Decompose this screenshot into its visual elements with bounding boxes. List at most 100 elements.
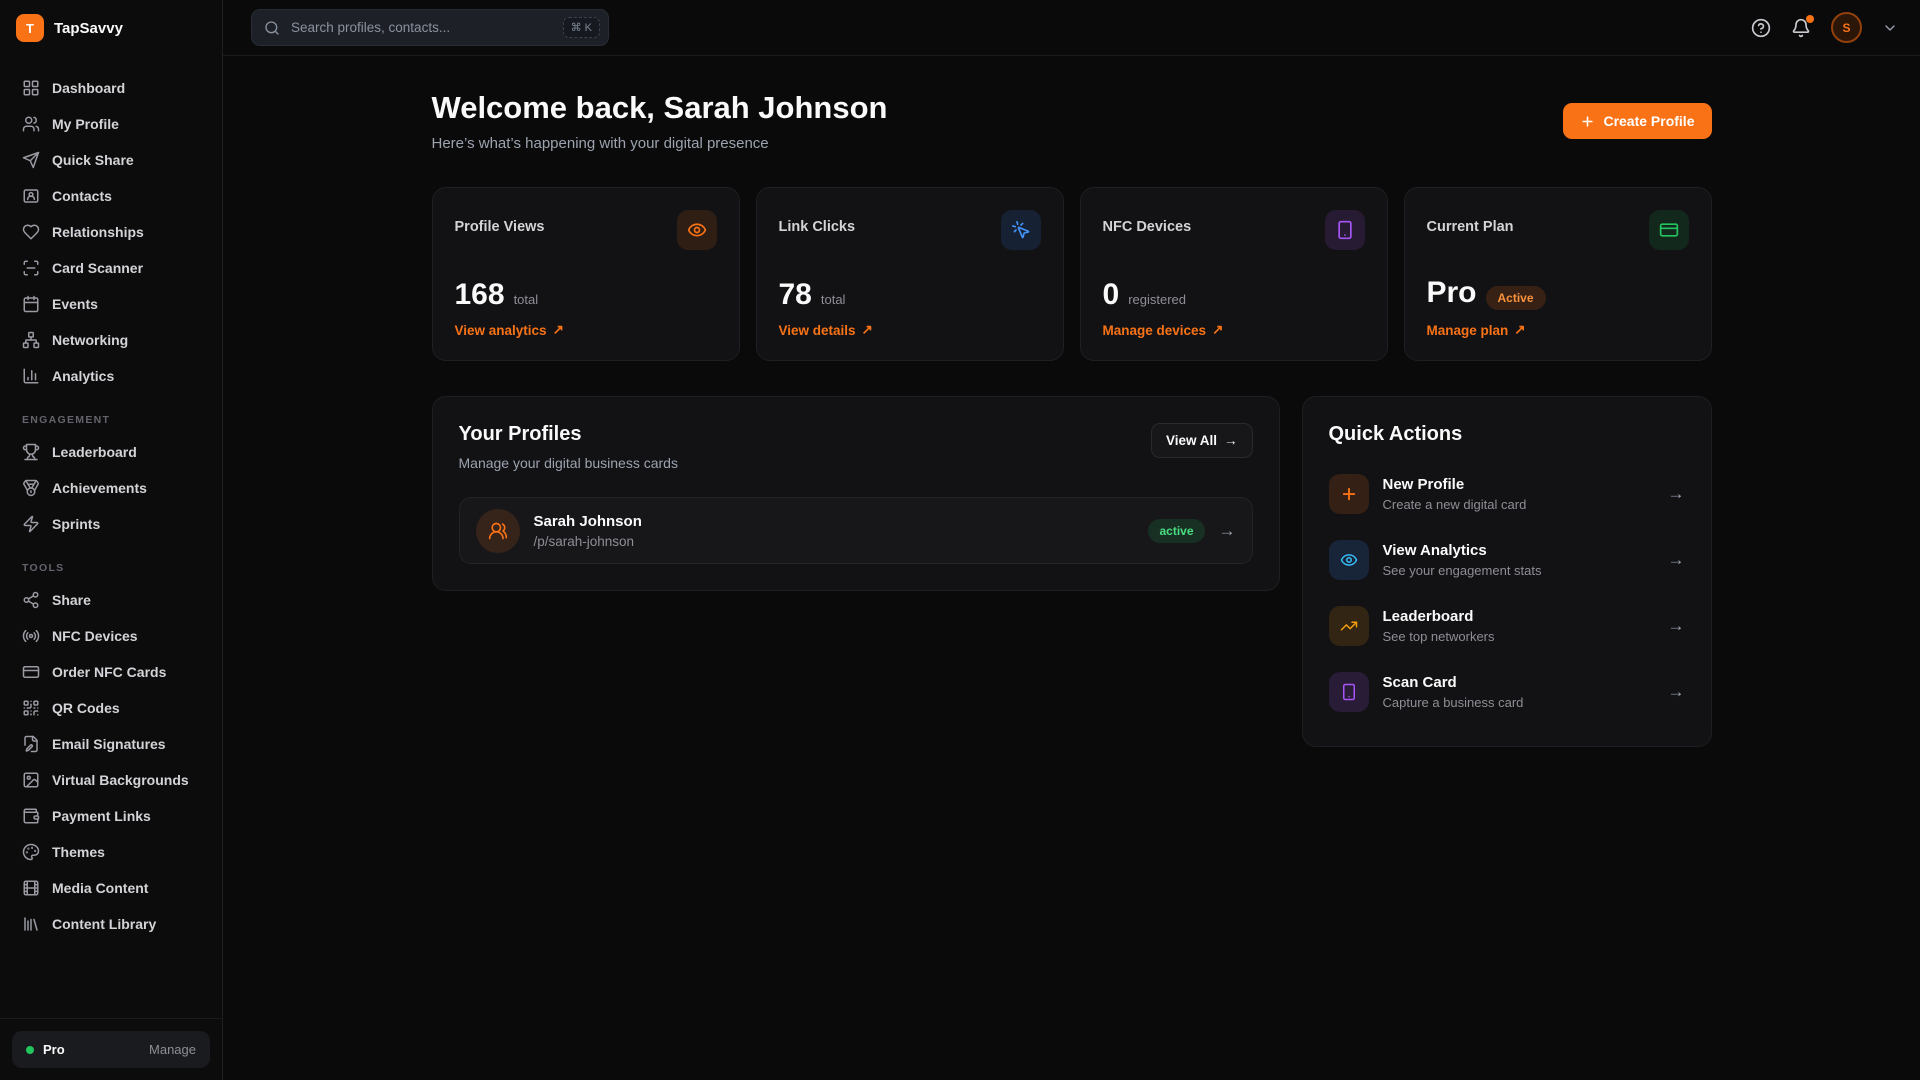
plan-name: Pro: [43, 1042, 65, 1057]
arrow-right-icon[interactable]: →: [1219, 521, 1236, 541]
bottom-panels: Your Profiles Manage your digital busine…: [432, 396, 1712, 747]
sidebar-item-order-nfc-cards[interactable]: Order NFC Cards: [12, 654, 210, 690]
sidebar-item-label: Content Library: [52, 916, 156, 932]
library-icon: [22, 915, 40, 933]
quick-action-scan-card[interactable]: Scan Card Capture a business card →: [1329, 672, 1685, 712]
stat-card-link-clicks: Link Clicks 78 total View details ↗: [756, 187, 1064, 361]
sidebar-item-payment-links[interactable]: Payment Links: [12, 798, 210, 834]
view-details-link[interactable]: View details ↗: [779, 322, 1041, 338]
sidebar-item-quick-share[interactable]: Quick Share: [12, 142, 210, 178]
create-profile-button[interactable]: Create Profile: [1563, 103, 1711, 139]
chevron-down-icon[interactable]: [1882, 20, 1898, 36]
credit-card-icon: [22, 663, 40, 681]
sidebar-item-dashboard[interactable]: Dashboard: [12, 70, 210, 106]
wallet-icon: [22, 807, 40, 825]
credit-card-icon: [1649, 210, 1689, 250]
sidebar-item-networking[interactable]: Networking: [12, 322, 210, 358]
sidebar-item-label: Media Content: [52, 880, 148, 896]
palette-icon: [22, 843, 40, 861]
sidebar-item-sprints[interactable]: Sprints: [12, 506, 210, 542]
image-icon: [22, 771, 40, 789]
smartphone-icon: [1325, 210, 1365, 250]
dashboard-content: Welcome back, Sarah Johnson Here’s what’…: [432, 56, 1712, 747]
manage-plan-link[interactable]: Manage: [149, 1042, 196, 1057]
sidebar-item-label: Quick Share: [52, 152, 134, 168]
stat-label: Profile Views: [455, 210, 545, 235]
file-pen-icon: [22, 735, 40, 753]
zap-icon: [22, 515, 40, 533]
sidebar-item-content-library[interactable]: Content Library: [12, 906, 210, 942]
sidebar-item-label: Themes: [52, 844, 105, 860]
sidebar-item-label: NFC Devices: [52, 628, 138, 644]
quick-action-subtitle: Capture a business card: [1383, 695, 1524, 710]
mouse-pointer-click-icon: [1001, 210, 1041, 250]
sidebar-item-virtual-backgrounds[interactable]: Virtual Backgrounds: [12, 762, 210, 798]
sidebar-item-label: Contacts: [52, 188, 112, 204]
eye-icon: [677, 210, 717, 250]
sidebar-item-my-profile[interactable]: My Profile: [12, 106, 210, 142]
brand-name: TapSavvy: [54, 20, 123, 37]
users-round-icon: [488, 521, 508, 541]
external-arrow-icon: ↗: [553, 322, 564, 338]
stat-card-profile-views: Profile Views 168 total View analytics ↗: [432, 187, 740, 361]
sidebar-nav: Dashboard My Profile Quick Share Contact…: [0, 56, 222, 1018]
sidebar-item-share[interactable]: Share: [12, 582, 210, 618]
manage-plan-link[interactable]: Manage plan ↗: [1427, 322, 1689, 338]
profile-list-item[interactable]: Sarah Johnson /p/sarah-johnson active →: [459, 497, 1253, 564]
sidebar-item-label: Virtual Backgrounds: [52, 772, 189, 788]
eye-icon: [1329, 540, 1369, 580]
quick-action-new-profile[interactable]: New Profile Create a new digital card →: [1329, 474, 1685, 514]
quick-action-view-analytics[interactable]: View Analytics See your engagement stats…: [1329, 540, 1685, 580]
sidebar: T TapSavvy Dashboard My Profile Quick Sh…: [0, 0, 223, 1080]
panel-title: Quick Actions: [1329, 423, 1685, 446]
sidebar-item-card-scanner[interactable]: Card Scanner: [12, 250, 210, 286]
quick-action-leaderboard[interactable]: Leaderboard See top networkers →: [1329, 606, 1685, 646]
sidebar-item-label: Leaderboard: [52, 444, 137, 460]
quick-action-subtitle: Create a new digital card: [1383, 497, 1527, 512]
chart-column-icon: [22, 367, 40, 385]
sidebar-item-leaderboard[interactable]: Leaderboard: [12, 434, 210, 470]
notifications-button[interactable]: [1791, 18, 1811, 38]
users-icon: [22, 115, 40, 133]
sidebar-item-label: Analytics: [52, 368, 114, 384]
calendar-icon: [22, 295, 40, 313]
sidebar-item-contacts[interactable]: Contacts: [12, 178, 210, 214]
sidebar-item-email-signatures[interactable]: Email Signatures: [12, 726, 210, 762]
search-input[interactable]: [289, 19, 554, 36]
view-all-button[interactable]: View All →: [1151, 423, 1253, 458]
radio-icon: [22, 627, 40, 645]
search-bar[interactable]: ⌘ K: [251, 9, 609, 46]
sidebar-item-label: Sprints: [52, 516, 100, 532]
view-analytics-link[interactable]: View analytics ↗: [455, 322, 717, 338]
topbar: ⌘ K S: [223, 0, 1920, 56]
sidebar-item-media-content[interactable]: Media Content: [12, 870, 210, 906]
sidebar-item-label: Networking: [52, 332, 128, 348]
sidebar-item-nfc-devices[interactable]: NFC Devices: [12, 618, 210, 654]
heart-icon: [22, 223, 40, 241]
sidebar-item-relationships[interactable]: Relationships: [12, 214, 210, 250]
sidebar-item-achievements[interactable]: Achievements: [12, 470, 210, 506]
stat-link-label: View analytics: [455, 323, 547, 338]
sidebar-item-qr-codes[interactable]: QR Codes: [12, 690, 210, 726]
notification-dot-icon: [1806, 15, 1814, 23]
sidebar-item-themes[interactable]: Themes: [12, 834, 210, 870]
stat-label: Current Plan: [1427, 210, 1514, 235]
plus-icon: [1329, 474, 1369, 514]
sidebar-section-tools: TOOLS: [22, 562, 200, 574]
sidebar-item-events[interactable]: Events: [12, 286, 210, 322]
quick-action-title: Scan Card: [1383, 674, 1524, 691]
quick-actions-panel: Quick Actions New Profile Create a new d…: [1302, 396, 1712, 747]
quick-action-title: View Analytics: [1383, 542, 1542, 559]
user-avatar[interactable]: S: [1831, 12, 1862, 43]
sidebar-item-label: Relationships: [52, 224, 144, 240]
help-button[interactable]: [1751, 18, 1771, 38]
brand: T TapSavvy: [0, 0, 222, 56]
contact-card-icon: [22, 187, 40, 205]
stat-link-label: View details: [779, 323, 856, 338]
sidebar-item-analytics[interactable]: Analytics: [12, 358, 210, 394]
stats-row: Profile Views 168 total View analytics ↗…: [432, 187, 1712, 361]
arrow-right-icon: →: [1668, 616, 1685, 636]
manage-devices-link[interactable]: Manage devices ↗: [1103, 322, 1365, 338]
profile-slug: /p/sarah-johnson: [534, 534, 642, 549]
sidebar-item-label: QR Codes: [52, 700, 120, 716]
